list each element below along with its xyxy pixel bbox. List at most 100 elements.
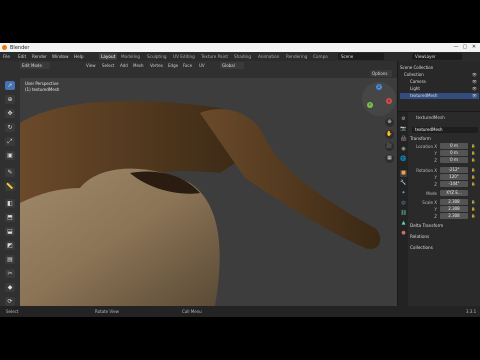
menu-select[interactable]: Select (102, 63, 114, 68)
lock-icon[interactable]: 🔓 (471, 144, 475, 148)
tab-shading[interactable]: Shading (232, 53, 253, 60)
tab-compositing[interactable]: Compo (311, 53, 330, 60)
eye-icon[interactable]: 👁 (472, 86, 477, 91)
menu-view[interactable]: View (86, 63, 96, 68)
gizmo-y-icon[interactable]: Y (367, 102, 373, 108)
add-cube-tool-icon[interactable]: ◧ (5, 199, 15, 208)
scale-z-field[interactable]: 2.308 (440, 213, 468, 219)
menu-edge[interactable]: Edge (168, 63, 178, 68)
lock-icon[interactable]: 🔓 (471, 175, 475, 179)
annotate-tool-icon[interactable]: ✎ (5, 168, 15, 177)
lock-icon[interactable]: 🔓 (471, 207, 475, 211)
lock-icon[interactable]: 🔓 (471, 182, 475, 186)
menu-face[interactable]: Face (183, 63, 192, 68)
world-tab-icon[interactable]: 🌐 (400, 156, 407, 163)
tool-tab-icon[interactable]: ⚙ (400, 116, 407, 123)
eye-icon[interactable]: 👁 (472, 72, 477, 77)
rotate-tool-icon[interactable]: ↻ (5, 123, 15, 132)
move-tool-icon[interactable]: ✥ (5, 109, 15, 118)
camera-view-icon[interactable]: 🎥 (385, 142, 394, 151)
transform-tool-icon[interactable]: ▣ (5, 151, 15, 160)
outliner-row[interactable]: Light 👁 (400, 86, 479, 92)
scale-tool-icon[interactable]: ⤢ (5, 137, 15, 146)
menu-render[interactable]: Render (32, 54, 47, 59)
material-tab-icon[interactable]: ● (400, 230, 407, 237)
location-x-field[interactable]: 0 m (440, 143, 468, 149)
tab-rendering[interactable]: Rendering (284, 53, 309, 60)
tab-uv-editing[interactable]: UV Editing (171, 53, 197, 60)
outliner-row[interactable]: Collection 👁 (400, 72, 479, 78)
transform-section-header[interactable]: Transform (410, 136, 431, 141)
object-tab-icon[interactable]: ■ (400, 170, 407, 177)
cursor-tool-icon[interactable]: ⊕ (5, 95, 15, 104)
zoom-icon[interactable]: ⊕ (385, 118, 394, 127)
location-y-field[interactable]: 0 m (440, 150, 468, 156)
eye-icon[interactable]: 👁 (472, 79, 477, 84)
select-tool-icon[interactable]: ➚ (5, 81, 15, 90)
constraints-tab-icon[interactable]: ⛓ (400, 210, 407, 217)
physics-tab-icon[interactable]: ◎ (400, 200, 407, 207)
maximize-icon[interactable]: ▢ (461, 44, 469, 51)
menu-uv[interactable]: UV (199, 63, 205, 68)
render-tab-icon[interactable]: 📷 (400, 126, 407, 133)
textured-mesh-model[interactable] (20, 78, 397, 306)
relations-section[interactable]: Relations (410, 234, 429, 239)
tab-sculpting[interactable]: Sculpting (145, 53, 169, 60)
menu-mesh[interactable]: Mesh (133, 63, 144, 68)
gizmo-x-icon[interactable]: X (386, 98, 392, 104)
outliner-row[interactable]: Camera 👁 (400, 79, 479, 85)
rotation-mode-select[interactable]: XYZ E... (440, 190, 468, 196)
knife-tool-icon[interactable]: ✂ (5, 269, 15, 278)
scale-y-field[interactable]: 2.308 (440, 206, 468, 212)
lock-icon[interactable]: 🔓 (471, 158, 475, 162)
menu-file[interactable]: File (3, 54, 10, 59)
bevel-tool-icon[interactable]: ◩ (5, 241, 15, 250)
spin-tool-icon[interactable]: ⟳ (5, 297, 15, 306)
ortho-grid-icon[interactable]: ▦ (385, 154, 394, 163)
gizmo-z-icon[interactable]: Z (376, 84, 382, 90)
close-icon[interactable]: ✕ (470, 44, 478, 51)
outliner-row[interactable]: texturedMesh 👁 (400, 93, 479, 99)
extrude-tool-icon[interactable]: ⬒ (5, 213, 15, 222)
scale-x-field[interactable]: 2.308 (440, 199, 468, 205)
lock-icon[interactable]: 🔓 (471, 168, 475, 172)
rotation-x-field[interactable]: -212° (440, 167, 468, 173)
lock-icon[interactable]: 🔓 (471, 200, 475, 204)
outliner-row[interactable]: Scene Collection (400, 65, 479, 71)
measure-tool-icon[interactable]: 📏 (5, 182, 15, 191)
scene-tab-icon[interactable]: ◉ (400, 146, 407, 153)
poly-build-tool-icon[interactable]: ◆ (5, 283, 15, 292)
rotation-y-field[interactable]: 120° (440, 174, 468, 180)
menu-add[interactable]: Add (120, 63, 128, 68)
tab-layout[interactable]: Layout (99, 53, 118, 60)
modifier-tab-icon[interactable]: 🔧 (400, 180, 407, 187)
collections-section[interactable]: Collections (410, 245, 433, 250)
menu-help[interactable]: Help (74, 54, 84, 59)
menu-vertex[interactable]: Vertex (150, 63, 163, 68)
particles-tab-icon[interactable]: ✦ (400, 190, 407, 197)
location-z-field[interactable]: 0 m (440, 157, 468, 163)
inset-tool-icon[interactable]: ⬓ (5, 227, 15, 236)
eye-icon[interactable]: 👁 (472, 93, 477, 98)
transform-orientation[interactable]: Global (220, 62, 244, 69)
loop-cut-tool-icon[interactable]: ▤ (5, 255, 15, 264)
output-tab-icon[interactable]: 🖨 (400, 136, 407, 143)
navigation-gizmo[interactable]: Z X Y (362, 82, 396, 116)
tab-animation[interactable]: Animation (256, 53, 281, 60)
lock-icon[interactable]: 🔓 (471, 214, 475, 218)
menu-window[interactable]: Window (52, 54, 69, 59)
delta-transform-section[interactable]: Delta Transform (410, 223, 443, 228)
options-button[interactable]: Options (370, 70, 392, 77)
view-layer-selector[interactable]: ViewLayer (412, 53, 462, 60)
menu-edit[interactable]: Edit (18, 54, 26, 59)
rotation-z-field[interactable]: -144° (440, 181, 468, 187)
minimize-icon[interactable]: — (452, 44, 460, 51)
mode-selector[interactable]: Edit Mode (20, 62, 50, 69)
tab-texture-paint[interactable]: Texture Paint (199, 53, 230, 60)
3d-viewport[interactable]: User Perspective (1) texturedMesh Z X Y … (20, 78, 397, 306)
lock-icon[interactable]: 🔓 (471, 151, 475, 155)
pan-hand-icon[interactable]: ✋ (385, 130, 394, 139)
data-tab-icon[interactable]: ▲ (400, 220, 407, 227)
tab-modeling[interactable]: Modeling (119, 53, 142, 60)
scene-selector[interactable]: Scene (338, 53, 384, 60)
